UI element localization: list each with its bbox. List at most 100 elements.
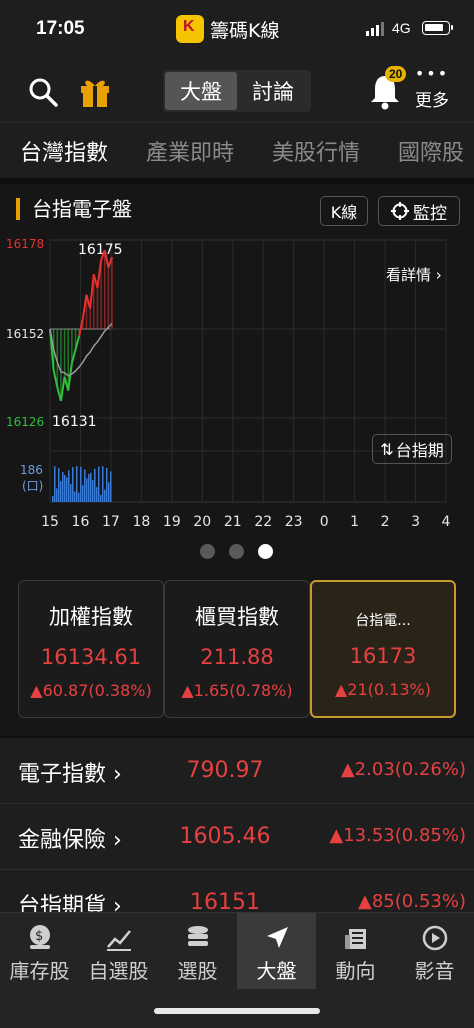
- volume-bar: [98, 466, 100, 502]
- tab-industry[interactable]: 產業即時: [146, 135, 234, 167]
- x-tick-label: 1: [350, 514, 359, 530]
- home-indicator: [154, 1008, 320, 1014]
- page-indicator: [200, 544, 273, 559]
- tab-market-overview[interactable]: 大盤: [237, 913, 316, 989]
- list-item[interactable]: 電子指數 › 790.97 ▲2.03(0.26%): [0, 738, 474, 804]
- volume-bar: [88, 474, 90, 502]
- y-label-low: 16126: [6, 415, 44, 429]
- volume-unit-label: (口): [22, 479, 43, 493]
- list-item[interactable]: 金融保險 › 1605.46 ▲13.53(0.85%): [0, 804, 474, 870]
- card-value: 211.88: [200, 645, 274, 669]
- card-change: ▲60.87(0.38%): [30, 681, 152, 700]
- tab-international[interactable]: 國際股: [398, 135, 464, 167]
- tab-label: 大盤: [256, 959, 297, 983]
- volume-bar: [84, 469, 86, 502]
- tab-discussion[interactable]: 討論: [237, 72, 309, 110]
- page-dot-2[interactable]: [229, 544, 244, 559]
- volume-bar: [62, 472, 64, 502]
- list-item-value: 1605.46: [179, 824, 271, 849]
- page-dot-1[interactable]: [200, 544, 215, 559]
- volume-bar: [60, 481, 62, 502]
- tab-screener[interactable]: 選股: [158, 913, 237, 989]
- volume-bars: [52, 466, 112, 502]
- tab-label: 影音: [414, 959, 455, 983]
- low-value-label: 16131: [52, 414, 97, 430]
- more-dots-icon: •••: [414, 64, 450, 83]
- card-name: 加權指數: [49, 605, 133, 629]
- x-tick-label: 3: [411, 514, 420, 530]
- list-item-name: 金融保險 ›: [18, 828, 122, 853]
- tab-us-stocks[interactable]: 美股行情: [272, 135, 360, 167]
- y-label-ref: 16152: [6, 327, 44, 341]
- index-list: 電子指數 › 790.97 ▲2.03(0.26%) 金融保險 › 1605.4…: [0, 738, 474, 936]
- volume-bar: [56, 488, 58, 502]
- x-tick-label: 23: [285, 514, 303, 530]
- money-bag-icon: $: [29, 925, 50, 949]
- tab-market[interactable]: 大盤: [165, 72, 237, 110]
- card-value: 16134.61: [40, 645, 142, 669]
- volume-bar: [82, 485, 84, 502]
- list-item-value: 790.97: [186, 758, 264, 783]
- volume-bar: [92, 480, 94, 502]
- volume-max-label: 186: [20, 463, 43, 477]
- index-switch-button[interactable]: ⇅ 台指期: [372, 434, 452, 464]
- volume-bar: [102, 466, 104, 502]
- database-icon: [187, 926, 208, 946]
- volume-bar: [58, 468, 60, 502]
- page-dot-3[interactable]: [258, 544, 273, 559]
- index-card-otc[interactable]: 櫃買指數 211.88 ▲1.65(0.78%): [164, 580, 310, 718]
- x-tick-label: 2: [381, 514, 390, 530]
- volume-bar: [74, 491, 76, 502]
- monitor-button[interactable]: 監控: [378, 196, 460, 226]
- y-label-high: 16178: [6, 237, 44, 251]
- list-item-change: ▲85(0.53%): [358, 891, 466, 912]
- more-button[interactable]: ••• 更多: [412, 64, 452, 112]
- x-tick-label: 22: [254, 514, 272, 530]
- list-item-change: ▲13.53(0.85%): [329, 825, 466, 846]
- tab-label: 庫存股: [9, 959, 70, 983]
- search-icon[interactable]: [28, 77, 58, 107]
- volume-bar: [94, 468, 96, 502]
- volume-bar: [54, 466, 56, 502]
- x-tick-label: 20: [193, 514, 211, 530]
- volume-bar: [86, 478, 88, 502]
- volume-bar: [80, 466, 82, 502]
- notification-badge: 20: [385, 66, 407, 82]
- volume-bar: [66, 477, 68, 502]
- view-details-link[interactable]: 看詳情 ›: [386, 264, 442, 285]
- tab-video[interactable]: 影音: [395, 913, 474, 989]
- tab-portfolio[interactable]: $ 庫存股: [0, 913, 79, 989]
- status-time: 17:05: [36, 18, 85, 39]
- chart-trend-icon: [106, 930, 131, 951]
- news-icon: [344, 929, 366, 949]
- status-bar: 17:05 籌碼K線 4G: [0, 0, 474, 60]
- volume-bar: [106, 467, 108, 502]
- swap-icon: ⇅: [380, 439, 394, 459]
- network-type: 4G: [392, 20, 411, 36]
- volume-bar: [70, 484, 72, 502]
- high-value-label: 16175: [78, 242, 123, 258]
- index-switch-label: 台指期: [395, 441, 444, 460]
- top-nav: 大盤 討論 20 ••• 更多: [0, 60, 474, 122]
- app-name: 籌碼K線: [210, 19, 280, 42]
- tab-taiwan-index[interactable]: 台灣指數: [20, 135, 108, 167]
- x-tick-label: 17: [102, 514, 120, 530]
- gift-icon[interactable]: [78, 75, 112, 109]
- market-discussion-switch: 大盤 討論: [163, 70, 311, 112]
- tab-news[interactable]: 動向: [316, 913, 395, 989]
- category-tabs: 台灣指數 產業即時 美股行情 國際股: [0, 122, 474, 178]
- svg-text:$: $: [35, 929, 43, 944]
- signal-icon: [366, 22, 384, 36]
- tab-watchlist[interactable]: 自選股: [79, 913, 158, 989]
- k-line-button[interactable]: K線: [320, 196, 368, 226]
- monitor-label: 監控: [413, 203, 447, 224]
- tab-label: 自選股: [88, 959, 149, 983]
- x-tick-label: 18: [132, 514, 150, 530]
- card-change: ▲21(0.13%): [335, 680, 431, 699]
- index-card-electronic-futures[interactable]: 台指電... 16173 ▲21(0.13%): [310, 580, 456, 718]
- index-card-taiex[interactable]: 加權指數 16134.61 ▲60.87(0.38%): [18, 580, 164, 718]
- battery-icon: [422, 21, 453, 35]
- index-cards: 加權指數 16134.61 ▲60.87(0.38%) 櫃買指數 211.88 …: [0, 568, 474, 736]
- app-logo-icon: [176, 15, 204, 43]
- volume-bar: [64, 475, 66, 502]
